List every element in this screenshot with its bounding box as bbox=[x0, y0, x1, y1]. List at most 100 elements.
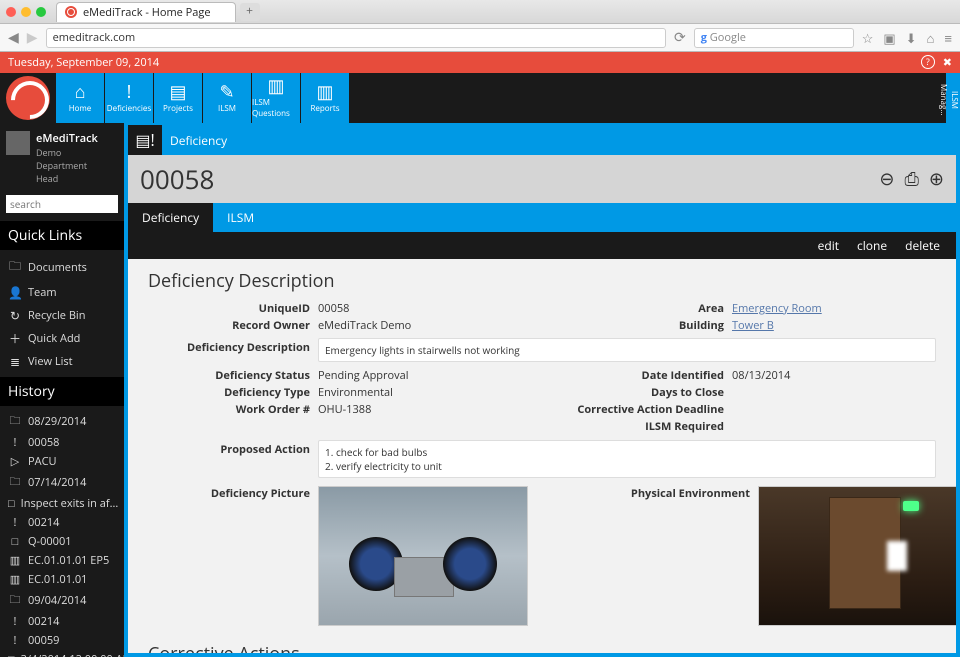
val-defdesc[interactable]: Emergency lights in stairwells not worki… bbox=[318, 338, 936, 362]
history-item-label: 07/14/2014 bbox=[28, 475, 86, 490]
quicklink-label: Recycle Bin bbox=[28, 308, 85, 323]
nav-label: ILSM bbox=[218, 103, 236, 114]
title-bar: 00058 ⊖ ⎙ ⊕ bbox=[128, 155, 956, 203]
minimize-window-icon[interactable] bbox=[21, 7, 31, 17]
tab-ilsm[interactable]: ILSM bbox=[213, 203, 268, 232]
val-dateid: 08/13/2014 bbox=[732, 368, 790, 383]
val-uniqueid: 00058 bbox=[318, 301, 349, 316]
history-item-label: EC.01.01.01 bbox=[28, 572, 87, 587]
home-icon[interactable]: ⌂ bbox=[927, 29, 935, 47]
settings-icon[interactable]: ✖ bbox=[943, 55, 952, 70]
maximize-window-icon[interactable] bbox=[36, 7, 46, 17]
quicklink-view list[interactable]: ≣ View List bbox=[0, 350, 124, 373]
print-icon[interactable]: ⎙ bbox=[905, 167, 919, 191]
current-date: Tuesday, September 09, 2014 bbox=[8, 55, 159, 70]
tab-deficiency[interactable]: Deficiency bbox=[128, 203, 213, 232]
reload-icon[interactable]: ⟳ bbox=[674, 28, 686, 47]
add-circle-icon[interactable]: ⊕ bbox=[929, 167, 944, 191]
deficiency-picture[interactable] bbox=[318, 486, 528, 626]
quicklinks-header: Quick Links bbox=[0, 221, 124, 250]
app-logo-icon[interactable] bbox=[6, 76, 50, 120]
history-item[interactable]: ! 00214 bbox=[0, 513, 124, 532]
val-deftype: Environmental bbox=[318, 385, 393, 400]
val-proposed[interactable]: 1. check for bad bulbs 2. verify electri… bbox=[318, 440, 936, 478]
ilsm-manager-tab[interactable]: ILSM Manag... bbox=[946, 73, 960, 123]
lbl-proposed: Proposed Action bbox=[148, 440, 318, 478]
history-item-icon: ! bbox=[8, 633, 22, 648]
download-icon[interactable]: ⬇ bbox=[906, 29, 917, 47]
history-item-label: 00059 bbox=[28, 633, 59, 648]
history-item-label: Q-00001 bbox=[28, 534, 72, 549]
nav-projects[interactable]: ▤ Projects bbox=[154, 73, 202, 123]
history-item[interactable]: ▥ EC.01.01.01 EP5 bbox=[0, 551, 124, 570]
history-item[interactable]: □ 3/4/2014 12:00:00 AM bbox=[0, 650, 124, 657]
nav-home[interactable]: ⌂ Home bbox=[56, 73, 104, 123]
lbl-defpic: Deficiency Picture bbox=[148, 486, 318, 626]
lbl-workorder: Work Order # bbox=[148, 402, 318, 417]
lbl-building: Building bbox=[562, 318, 732, 333]
quicklink-icon: ≣ bbox=[8, 353, 22, 370]
back-icon[interactable]: ◀ bbox=[8, 28, 19, 47]
nav-label: Reports bbox=[310, 103, 339, 114]
lbl-deftype: Deficiency Type bbox=[148, 385, 318, 400]
quicklink-quick add[interactable]: ＋ Quick Add bbox=[0, 327, 124, 350]
browser-tab-bar: eMediTrack - Home Page + bbox=[0, 0, 960, 24]
history-item-icon: ! bbox=[8, 435, 22, 450]
nav-reports[interactable]: ▥ Reports bbox=[301, 73, 349, 123]
browser-tab[interactable]: eMediTrack - Home Page bbox=[56, 2, 236, 22]
browser-search-input[interactable]: g Google bbox=[694, 28, 854, 48]
menu-icon[interactable]: ≡ bbox=[944, 29, 952, 47]
back-circle-icon[interactable]: ⊖ bbox=[879, 167, 894, 191]
history-item[interactable]: ! 00058 bbox=[0, 433, 124, 452]
history-item[interactable]: 🗀 07/14/2014 bbox=[0, 471, 124, 494]
val-building[interactable]: Tower B bbox=[732, 318, 774, 333]
history-item[interactable]: ▥ EC.01.01.01 bbox=[0, 570, 124, 589]
url-input[interactable]: emeditrack.com bbox=[46, 28, 666, 48]
history-item[interactable]: ! 00214 bbox=[0, 612, 124, 631]
history-header: History bbox=[0, 377, 124, 406]
val-workorder: OHU-1388 bbox=[318, 402, 371, 417]
bookmark-icon[interactable]: ▣ bbox=[883, 29, 895, 47]
user-badge[interactable]: eMediTrack Demo Department Head bbox=[0, 123, 124, 193]
physical-environment-picture[interactable] bbox=[758, 486, 956, 626]
star-icon[interactable]: ☆ bbox=[862, 29, 874, 47]
quicklink-label: Documents bbox=[28, 260, 87, 275]
history-item-icon: ▥ bbox=[8, 572, 22, 587]
close-window-icon[interactable] bbox=[6, 7, 16, 17]
help-icon[interactable]: ? bbox=[921, 55, 935, 69]
history-item[interactable]: □ Q-00001 bbox=[0, 532, 124, 551]
nav-ilsm[interactable]: ✎ ILSM bbox=[203, 73, 251, 123]
history-item-label: 00214 bbox=[28, 515, 59, 530]
sidebar-search-input[interactable] bbox=[6, 195, 118, 213]
top-nav: ⌂ Home ! Deficiencies ▤ Projects ✎ ILSM … bbox=[0, 73, 960, 123]
sidebar: eMediTrack Demo Department Head Quick Li… bbox=[0, 123, 124, 657]
quicklink-label: Team bbox=[28, 285, 57, 300]
nav-deficiencies[interactable]: ! Deficiencies bbox=[105, 73, 153, 123]
history-item[interactable]: □ Inspect exits in af... bbox=[0, 494, 124, 513]
clone-button[interactable]: clone bbox=[857, 237, 887, 254]
history-item-label: 00058 bbox=[28, 435, 59, 450]
new-tab-button[interactable]: + bbox=[240, 3, 260, 21]
history-item-label: EC.01.01.01 EP5 bbox=[28, 553, 109, 568]
tab-title: eMediTrack - Home Page bbox=[83, 5, 211, 20]
history-item[interactable]: ! 00059 bbox=[0, 631, 124, 650]
quicklink-icon: 🗀 bbox=[8, 257, 22, 278]
quicklink-documents[interactable]: 🗀 Documents bbox=[0, 254, 124, 281]
history-item[interactable]: 🗀 08/29/2014 bbox=[0, 410, 124, 433]
quicklink-recycle bin[interactable]: ↻ Recycle Bin bbox=[0, 304, 124, 327]
breadcrumb: Deficiency bbox=[170, 132, 227, 149]
delete-button[interactable]: delete bbox=[905, 237, 940, 254]
edit-button[interactable]: edit bbox=[818, 237, 839, 254]
nav-label: Projects bbox=[163, 103, 193, 114]
quicklink-team[interactable]: 👤 Team bbox=[0, 281, 124, 304]
projects-icon: ▤ bbox=[169, 83, 186, 101]
history-item[interactable]: 🗀 09/04/2014 bbox=[0, 589, 124, 612]
lbl-defstatus: Deficiency Status bbox=[148, 368, 318, 383]
forward-icon[interactable]: ▶ bbox=[27, 28, 38, 47]
traffic-lights bbox=[6, 7, 46, 17]
nav-ilsm questions[interactable]: ▥ ILSM Questions bbox=[252, 73, 300, 123]
history-item-icon: ! bbox=[8, 614, 22, 629]
val-area[interactable]: Emergency Room bbox=[732, 301, 822, 316]
history-item[interactable]: ▷ PACU bbox=[0, 452, 124, 471]
user-avatar-icon bbox=[6, 131, 30, 155]
